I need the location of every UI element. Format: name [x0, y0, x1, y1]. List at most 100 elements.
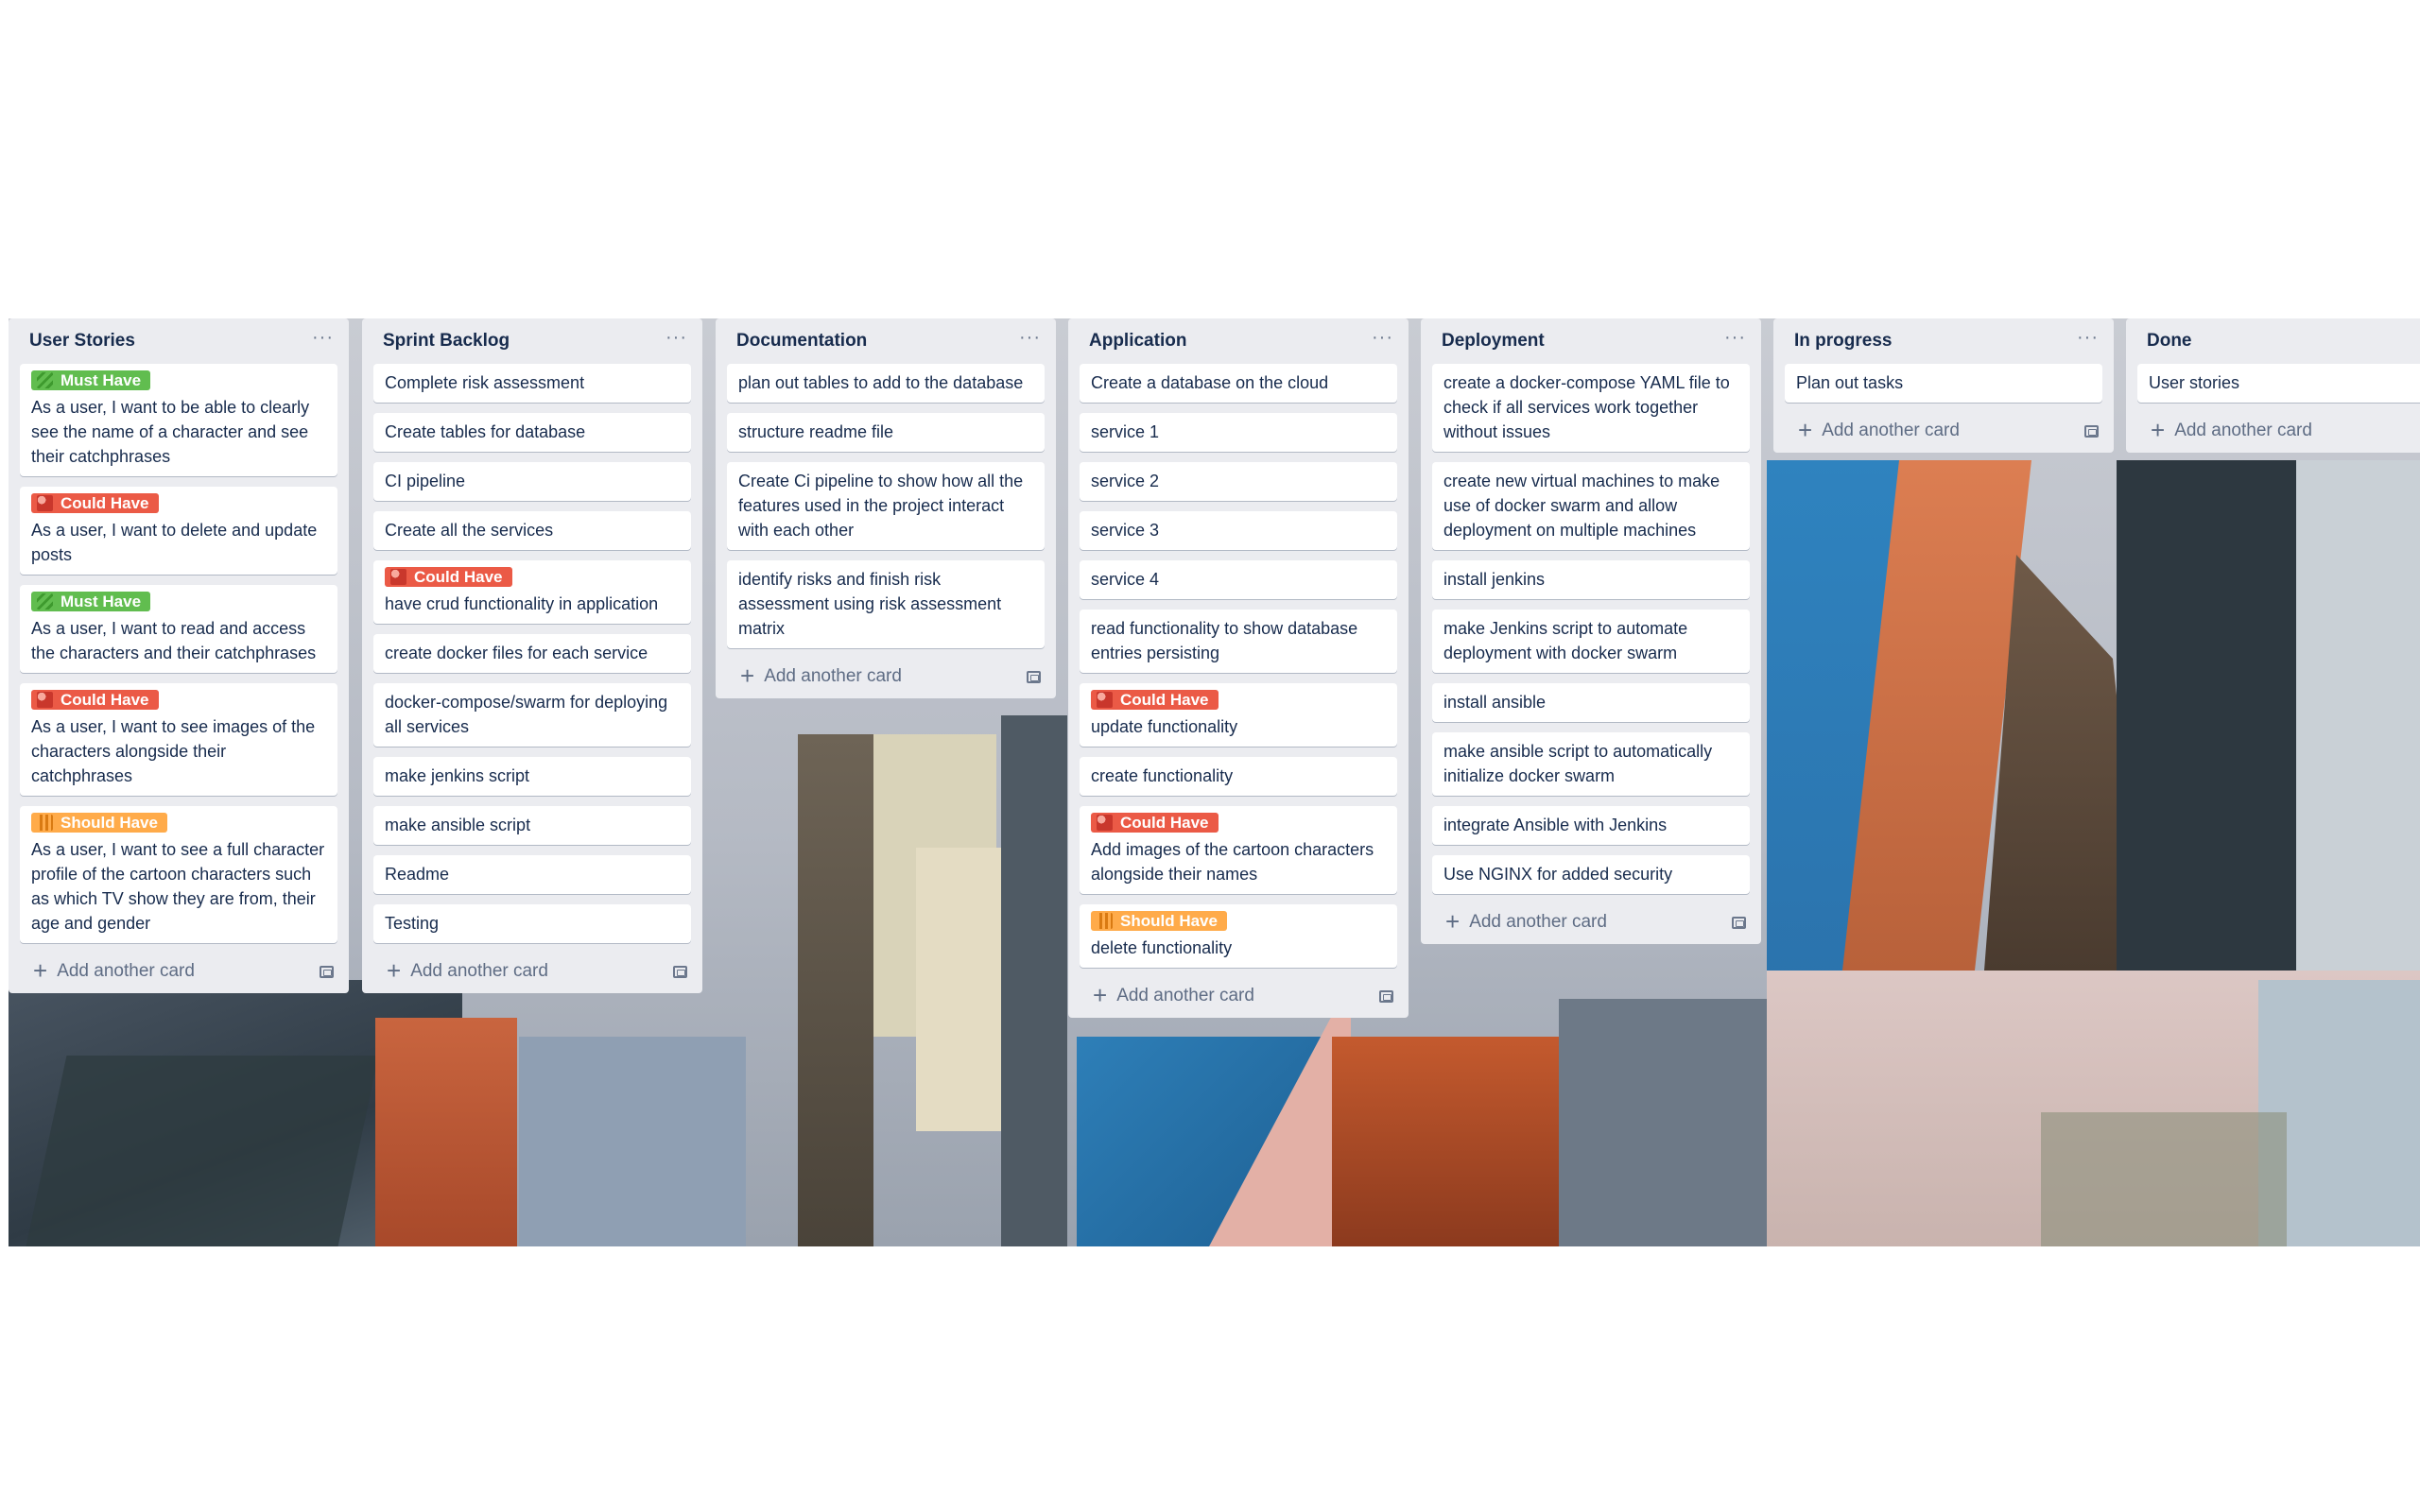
card[interactable]: Could Have As a user, I want to delete a… [20, 487, 337, 575]
card[interactable]: create functionality [1080, 757, 1397, 796]
label-could-have[interactable]: Could Have [385, 567, 512, 587]
card[interactable]: docker-compose/swarm for deploying all s… [373, 683, 691, 747]
list-header[interactable]: Documentation ··· [716, 318, 1056, 364]
card[interactable]: service 1 [1080, 413, 1397, 452]
list-header[interactable]: In progress ··· [1773, 318, 2114, 364]
ellipsis-icon[interactable]: ··· [1724, 328, 1746, 347]
card[interactable]: plan out tables to add to the database [727, 364, 1045, 403]
card[interactable]: Create a database on the cloud [1080, 364, 1397, 403]
label-must-have[interactable]: Must Have [31, 592, 151, 611]
card[interactable]: make ansible script to automatically ini… [1432, 732, 1750, 796]
add-card-button[interactable]: + Add another card [716, 659, 1056, 695]
card[interactable]: Should Have As a user, I want to see a f… [20, 806, 337, 943]
card[interactable]: Plan out tasks [1785, 364, 2102, 403]
add-card-button[interactable]: + Add another card [362, 954, 702, 989]
card-template-icon[interactable] [1732, 916, 1746, 929]
ellipsis-icon[interactable]: ··· [1019, 328, 1041, 347]
label-could-have[interactable]: Could Have [1091, 690, 1219, 710]
colorblind-pattern-icon [1097, 815, 1113, 831]
card[interactable]: Should Have delete functionality [1080, 904, 1397, 968]
card-title: create functionality [1091, 766, 1234, 785]
card[interactable]: service 4 [1080, 560, 1397, 599]
plus-icon: + [1798, 415, 1813, 444]
card-title: make Jenkins script to automate deployme… [1443, 619, 1688, 662]
label-text: Should Have [60, 814, 158, 832]
ellipsis-icon[interactable]: ··· [312, 328, 334, 347]
card[interactable]: Could Have Add images of the cartoon cha… [1080, 806, 1397, 894]
card-template-icon[interactable] [2084, 424, 2099, 438]
colorblind-pattern-icon [37, 495, 53, 511]
card[interactable]: integrate Ansible with Jenkins [1432, 806, 1750, 845]
card[interactable]: service 2 [1080, 462, 1397, 501]
add-card-button[interactable]: + Add another card [1773, 413, 2114, 449]
list-header[interactable]: Application ··· [1068, 318, 1409, 364]
card-template-icon[interactable] [673, 965, 687, 978]
list-title[interactable]: Documentation [736, 331, 1019, 352]
card-list: Create a database on the cloud service 1… [1068, 364, 1409, 968]
card[interactable]: structure readme file [727, 413, 1045, 452]
list-title[interactable]: Sprint Backlog [383, 331, 666, 352]
card[interactable]: Could Have update functionality [1080, 683, 1397, 747]
card-template-icon[interactable] [1379, 989, 1393, 1003]
list-deployment: Deployment ··· create a docker-compose Y… [1421, 318, 1761, 944]
card[interactable]: Testing [373, 904, 691, 943]
card-template-icon[interactable] [320, 965, 334, 978]
card[interactable]: make jenkins script [373, 757, 691, 796]
list-header[interactable]: Sprint Backlog ··· [362, 318, 702, 364]
card[interactable]: create docker files for each service [373, 634, 691, 673]
card[interactable]: Could Have have crud functionality in ap… [373, 560, 691, 624]
list-header[interactable]: Deployment ··· [1421, 318, 1761, 364]
card-list: create a docker-compose YAML file to che… [1421, 364, 1761, 894]
label-should-have[interactable]: Should Have [31, 813, 167, 833]
list-title[interactable]: Done [2147, 331, 2405, 352]
label-should-have[interactable]: Should Have [1091, 911, 1227, 931]
card[interactable]: Complete risk assessment [373, 364, 691, 403]
card[interactable]: make ansible script [373, 806, 691, 845]
card[interactable]: Create Ci pipeline to show how all the f… [727, 462, 1045, 550]
card[interactable]: Must Have As a user, I want to read and … [20, 585, 337, 673]
card[interactable]: CI pipeline [373, 462, 691, 501]
card[interactable]: read functionality to show database entr… [1080, 610, 1397, 673]
card[interactable]: create new virtual machines to make use … [1432, 462, 1750, 550]
card[interactable]: service 3 [1080, 511, 1397, 550]
add-card-button[interactable]: + Add another card [2126, 413, 2420, 449]
list-header[interactable]: Done [2126, 318, 2420, 364]
card[interactable]: Use NGINX for added security [1432, 855, 1750, 894]
add-card-button[interactable]: + Add another card [1068, 978, 1409, 1014]
card[interactable]: Could Have As a user, I want to see imag… [20, 683, 337, 796]
card-template-icon[interactable] [1027, 670, 1041, 683]
colorblind-pattern-icon [37, 372, 53, 388]
card[interactable]: create a docker-compose YAML file to che… [1432, 364, 1750, 452]
label-text: Could Have [414, 568, 503, 586]
ellipsis-icon[interactable]: ··· [2077, 328, 2099, 347]
card[interactable]: Create tables for database [373, 413, 691, 452]
card[interactable]: install ansible [1432, 683, 1750, 722]
card[interactable]: Readme [373, 855, 691, 894]
card[interactable]: make Jenkins script to automate deployme… [1432, 610, 1750, 673]
card-title: update functionality [1091, 717, 1238, 736]
card[interactable]: identify risks and finish risk assessmen… [727, 560, 1045, 648]
card-list: Plan out tasks [1773, 364, 2114, 403]
list-header[interactable]: User Stories ··· [9, 318, 349, 364]
list-title[interactable]: Application [1089, 331, 1372, 352]
add-card-label: Add another card [1469, 912, 1607, 932]
colorblind-pattern-icon [37, 593, 53, 610]
card-title: delete functionality [1091, 938, 1233, 957]
ellipsis-icon[interactable]: ··· [1372, 328, 1393, 347]
label-could-have[interactable]: Could Have [31, 690, 159, 710]
add-card-button[interactable]: + Add another card [9, 954, 349, 989]
card-title: Create Ci pipeline to show how all the f… [738, 472, 1024, 540]
label-must-have[interactable]: Must Have [31, 370, 151, 390]
card[interactable]: Create all the services [373, 511, 691, 550]
label-could-have[interactable]: Could Have [31, 493, 159, 513]
ellipsis-icon[interactable]: ··· [666, 328, 687, 347]
list-title[interactable]: User Stories [29, 331, 312, 352]
label-could-have[interactable]: Could Have [1091, 813, 1219, 833]
add-card-button[interactable]: + Add another card [1421, 904, 1761, 940]
card[interactable]: Must Have As a user, I want to be able t… [20, 364, 337, 476]
card[interactable]: install jenkins [1432, 560, 1750, 599]
list-title[interactable]: Deployment [1442, 331, 1724, 352]
card[interactable]: User stories [2137, 364, 2420, 403]
card-title: structure readme file [738, 422, 894, 441]
list-title[interactable]: In progress [1794, 331, 2077, 352]
